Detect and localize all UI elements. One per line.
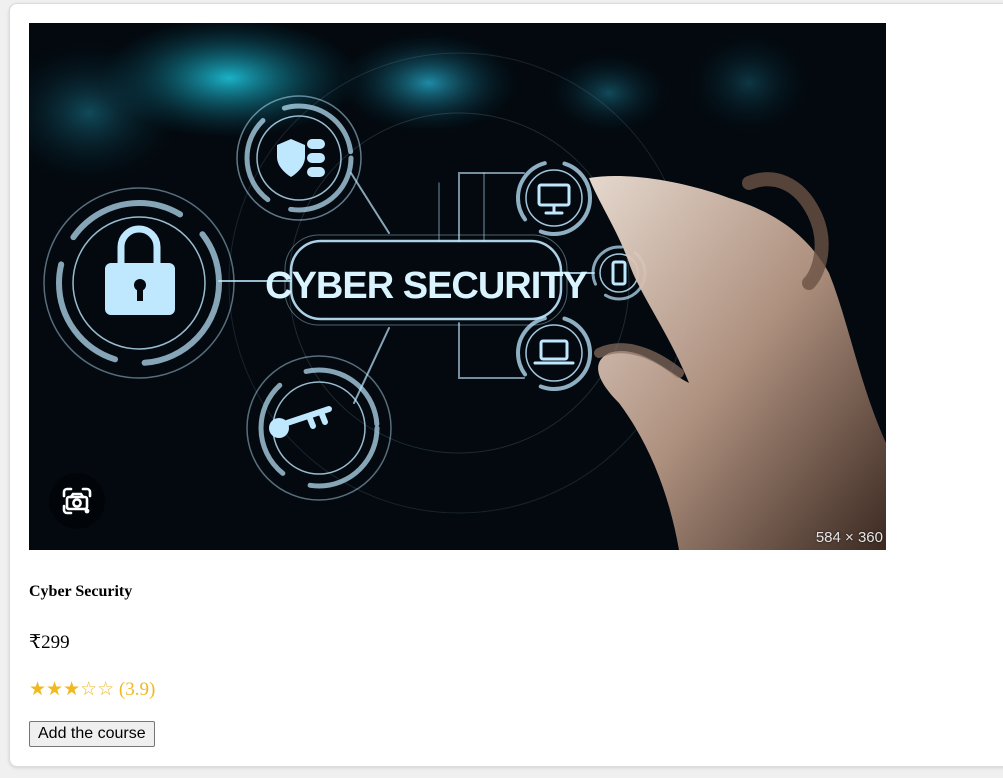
add-course-button[interactable]: Add the course	[29, 721, 155, 747]
course-image: CYBER SECURITY 584 × 360	[29, 23, 886, 550]
course-price: ₹299	[29, 632, 70, 653]
rating-stars: ★★★☆☆	[29, 679, 115, 700]
course-title: Cyber Security	[29, 583, 133, 600]
image-dimensions-label: 584 × 360	[815, 529, 883, 546]
visual-search-icon[interactable]	[49, 473, 105, 529]
banner-text: CYBER SECURITY	[265, 265, 587, 307]
rating-value: (3.9)	[118, 679, 156, 700]
course-rating: ★★★☆☆ (3.9)	[29, 678, 155, 701]
